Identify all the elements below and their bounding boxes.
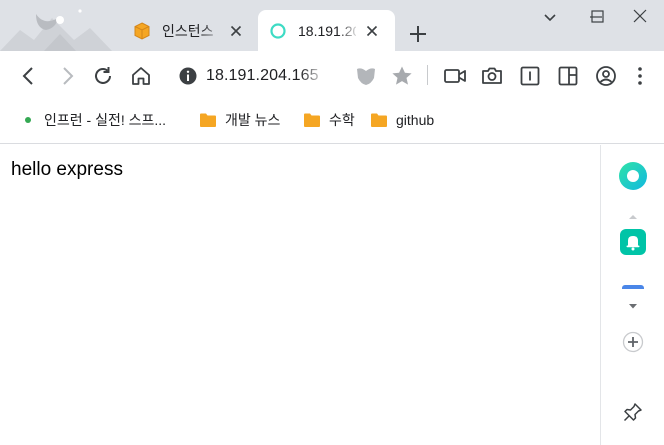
close-tab-icon[interactable] bbox=[364, 23, 380, 39]
whale-app-icon[interactable] bbox=[618, 161, 648, 191]
reload-icon[interactable] bbox=[91, 64, 115, 88]
side-panel-icon[interactable] bbox=[556, 64, 580, 88]
chevron-down-icon[interactable] bbox=[627, 302, 639, 310]
star-icon[interactable] bbox=[390, 64, 414, 88]
address-bar[interactable]: 18.191.204.165 bbox=[170, 60, 424, 92]
add-icon[interactable] bbox=[622, 331, 644, 353]
camera-icon[interactable] bbox=[480, 64, 504, 88]
bookmarks-bar: 인프런 - 실전! 스프... 개발 뉴스 수학 github bbox=[0, 100, 664, 144]
pin-icon[interactable] bbox=[622, 401, 644, 423]
page-content: hello express bbox=[0, 145, 600, 445]
menu-icon[interactable] bbox=[628, 64, 652, 88]
shield-extension-icon[interactable] bbox=[354, 64, 378, 88]
folder-icon bbox=[371, 113, 387, 127]
navigation-toolbar: 18.191.204.165 bbox=[0, 51, 664, 100]
maximize-icon[interactable] bbox=[587, 8, 607, 26]
bookmark-folder-github[interactable]: github bbox=[370, 100, 434, 140]
tab-instances[interactable]: 인스턴스 bbox=[122, 10, 258, 51]
plus-icon[interactable] bbox=[405, 21, 431, 47]
aws-box-icon bbox=[134, 22, 150, 40]
tab-active-site[interactable]: 18.191.204.165 bbox=[258, 10, 395, 51]
bookmark-folder-math[interactable]: 수학 bbox=[303, 100, 355, 140]
page-body-text: hello express bbox=[11, 159, 123, 180]
side-panel bbox=[600, 145, 664, 445]
notification-bell-icon[interactable] bbox=[620, 229, 646, 255]
bookmark-inflearn[interactable]: 인프런 - 실전! 스프... bbox=[25, 100, 166, 140]
close-tab-icon[interactable] bbox=[228, 23, 244, 39]
bookmark-label: 개발 뉴스 bbox=[225, 112, 281, 128]
close-window-icon[interactable] bbox=[630, 8, 650, 26]
forward-icon[interactable] bbox=[55, 64, 79, 88]
collapsed-item-icon[interactable] bbox=[622, 285, 644, 289]
site-favicon-icon bbox=[25, 117, 31, 123]
chevron-down-icon[interactable] bbox=[540, 8, 560, 26]
folder-icon bbox=[304, 113, 320, 127]
info-icon[interactable] bbox=[178, 66, 198, 86]
scroll-up-icon[interactable] bbox=[628, 213, 638, 221]
bookmark-label: 수학 bbox=[329, 112, 355, 128]
bookmark-label: 인프런 - 실전! 스프... bbox=[44, 112, 167, 128]
theme-decoration-icon bbox=[0, 9, 112, 51]
loading-ring-icon bbox=[270, 23, 286, 39]
tab-strip: 인스턴스 18.191.204.165 bbox=[0, 0, 664, 51]
home-icon[interactable] bbox=[129, 64, 153, 88]
bookmark-label: github bbox=[396, 112, 435, 128]
bookmark-folder-dev-news[interactable]: 개발 뉴스 bbox=[199, 100, 280, 140]
video-icon[interactable] bbox=[443, 64, 467, 88]
folder-icon bbox=[200, 113, 216, 127]
back-icon[interactable] bbox=[17, 64, 41, 88]
reader-icon[interactable] bbox=[518, 64, 542, 88]
profile-icon[interactable] bbox=[594, 64, 618, 88]
